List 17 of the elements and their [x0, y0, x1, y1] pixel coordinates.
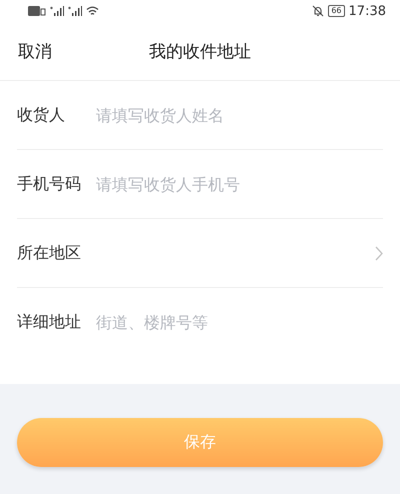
field-label: 收货人: [17, 104, 66, 126]
signal-icon: [50, 6, 64, 16]
field-label: 所在地区: [17, 242, 82, 264]
input-field[interactable]: 请填写收货人姓名: [96, 106, 383, 124]
page-title: 我的收件地址: [149, 40, 251, 62]
input-field[interactable]: 请填写收货人手机号: [96, 174, 383, 194]
cancel-button[interactable]: 取消: [10, 36, 60, 66]
hd-icon: [28, 6, 46, 16]
field-label: 手机号码: [17, 174, 82, 194]
signal-icon: [68, 6, 82, 16]
battery-level: 66: [328, 5, 345, 17]
wifi-icon: [86, 6, 99, 16]
field-label: 详细地址: [17, 312, 82, 332]
clock: 17:38: [348, 4, 386, 18]
input-field[interactable]: 街道、楼牌号等: [96, 312, 383, 332]
muted-bell-icon: [312, 5, 324, 17]
chevron-right-icon: [375, 246, 383, 260]
